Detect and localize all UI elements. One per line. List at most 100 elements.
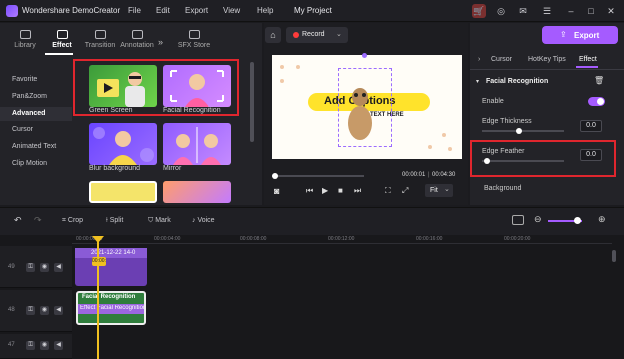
crop-preview-icon[interactable]: ⛶: [385, 186, 391, 196]
tab-effect[interactable]: Effect: [43, 30, 81, 49]
category-advanced[interactable]: Advanced: [0, 107, 72, 121]
effect-clip[interactable]: Facial Recognition Effect Facial Recogni…: [76, 291, 146, 325]
play-icon[interactable]: ▶: [322, 186, 328, 195]
speaker-icon[interactable]: ◀: [54, 306, 63, 315]
menu-edit[interactable]: Edit: [156, 6, 170, 15]
zoom-slider-handle[interactable]: [574, 217, 581, 224]
effect-thumb-mirror[interactable]: [163, 123, 231, 165]
selection-box[interactable]: [338, 68, 392, 147]
tab-sfx-store[interactable]: SFX Store: [175, 30, 213, 49]
collapse-section-icon[interactable]: ▾: [476, 78, 479, 85]
preview-progress-track[interactable]: [272, 175, 364, 177]
account-icon[interactable]: ◎: [494, 4, 508, 18]
sfx-store-icon: [188, 30, 200, 39]
right-panel: [470, 23, 624, 205]
lock-icon[interactable]: ⚿: [26, 263, 35, 272]
mark-tool[interactable]: ⛉ Mark: [148, 217, 171, 225]
tab-transition[interactable]: Transition: [81, 30, 119, 49]
preview-progress-handle[interactable]: [272, 173, 278, 179]
right-panel-collapse-icon[interactable]: ›: [478, 56, 480, 63]
video-clip[interactable]: 2021-12-22 14-0: [75, 248, 147, 286]
enable-label: Enable: [482, 98, 504, 105]
category-pan-zoom[interactable]: Pan&Zoom: [0, 90, 72, 104]
zoom-out-icon[interactable]: ⊖: [534, 214, 542, 225]
redo-icon[interactable]: ↷: [34, 215, 42, 226]
delete-icon[interactable]: 🗑: [594, 76, 604, 85]
category-cursor[interactable]: Cursor: [0, 123, 72, 137]
tab-library[interactable]: Library: [6, 30, 44, 49]
effect-thumb-blur-background[interactable]: [89, 123, 157, 165]
record-button[interactable]: Record ⌄: [286, 27, 348, 43]
minimize-icon[interactable]: –: [564, 4, 578, 18]
tab-hotkey-tips[interactable]: HotKey Tips: [528, 56, 566, 63]
effect-clip-label: Facial Recognition: [82, 294, 136, 300]
track-number-49: 49: [8, 264, 15, 270]
next-frame-icon[interactable]: ⏭: [354, 186, 361, 196]
right-tab-indicator: [576, 66, 598, 68]
tab-effect-props[interactable]: Effect: [579, 56, 597, 63]
speaker-icon[interactable]: ◀: [54, 341, 63, 350]
close-icon[interactable]: ✕: [604, 4, 618, 18]
undo-icon[interactable]: ↶: [14, 215, 22, 226]
effect-icon: [56, 30, 68, 39]
cart-icon[interactable]: 🛒: [472, 4, 486, 18]
playhead-time-label: 00:00:01:10: [92, 257, 106, 266]
chevron-down-icon: ⌄: [336, 31, 342, 38]
stop-icon[interactable]: ■: [338, 186, 343, 195]
tab-cursor[interactable]: Cursor: [491, 56, 512, 63]
edge-thickness-track[interactable]: [482, 130, 564, 132]
crop-tool[interactable]: ⌗ Crop: [62, 217, 83, 225]
project-name: My Project: [294, 6, 332, 15]
effect-thumb-more-1[interactable]: [89, 181, 157, 203]
home-icon[interactable]: ⌂: [265, 27, 281, 43]
time-current: 00:00:01: [402, 172, 426, 178]
maximize-icon[interactable]: □: [584, 4, 598, 18]
highlight-edge-feather-box: [470, 140, 616, 177]
effect-clip-sublabel: Effect Facial Recognition: [80, 305, 144, 311]
eye-icon[interactable]: ◉: [40, 263, 49, 272]
fit-select[interactable]: Fit ⌄: [425, 184, 453, 197]
effect-label-mirror: Mirror: [163, 165, 182, 172]
category-clip-motion[interactable]: Clip Motion: [0, 157, 72, 171]
timeline-scrollbar[interactable]: [612, 250, 616, 262]
tick-4: 00:00:16:00: [416, 236, 443, 242]
snapshot-icon[interactable]: ◙: [274, 186, 279, 196]
section-title: Facial Recognition: [486, 78, 549, 85]
category-animated-text[interactable]: Animated Text: [0, 140, 72, 154]
menu-export[interactable]: Export: [185, 6, 208, 15]
prev-frame-icon[interactable]: ⏮: [306, 186, 313, 196]
fullscreen-icon[interactable]: ⤢: [402, 186, 408, 196]
speaker-icon[interactable]: ◀: [54, 263, 63, 272]
menu-help[interactable]: Help: [257, 6, 273, 15]
tab-active-indicator: [45, 53, 73, 55]
background-label: Background: [484, 185, 522, 192]
menu-file[interactable]: File: [128, 6, 141, 15]
lock-icon[interactable]: ⚿: [26, 341, 35, 350]
voice-tool[interactable]: ♪ Voice: [192, 217, 215, 224]
left-panel-scrollbar[interactable]: [250, 62, 254, 142]
app-logo-icon: [6, 5, 18, 17]
chevron-down-icon: ⌄: [444, 186, 450, 193]
effect-thumb-more-2[interactable]: [163, 181, 231, 203]
fit-timeline-icon[interactable]: [512, 215, 524, 225]
export-button[interactable]: ⇪ Export: [542, 26, 618, 44]
category-favorite[interactable]: Favorite: [0, 73, 72, 87]
zoom-in-icon[interactable]: ⊕: [598, 214, 606, 225]
lock-icon[interactable]: ⚿: [26, 306, 35, 315]
edge-thickness-handle[interactable]: [515, 128, 522, 134]
highlight-effects-box: [73, 59, 239, 116]
enable-toggle[interactable]: [588, 97, 605, 106]
edge-thickness-value[interactable]: 0.0: [580, 120, 602, 132]
settings-icon[interactable]: ☰: [540, 4, 554, 18]
annotation-icon: [131, 30, 143, 39]
transition-icon: [94, 30, 106, 39]
more-tabs-button[interactable]: »: [158, 37, 163, 47]
rotate-handle[interactable]: [362, 53, 367, 58]
blur-background-illustration: [93, 127, 154, 165]
eye-icon[interactable]: ◉: [40, 306, 49, 315]
tab-annotation[interactable]: Annotation: [118, 30, 156, 49]
eye-icon[interactable]: ◉: [40, 341, 49, 350]
menu-view[interactable]: View: [223, 6, 240, 15]
notification-icon[interactable]: ✉: [516, 4, 530, 18]
split-tool[interactable]: ⟊ Split: [106, 217, 123, 225]
